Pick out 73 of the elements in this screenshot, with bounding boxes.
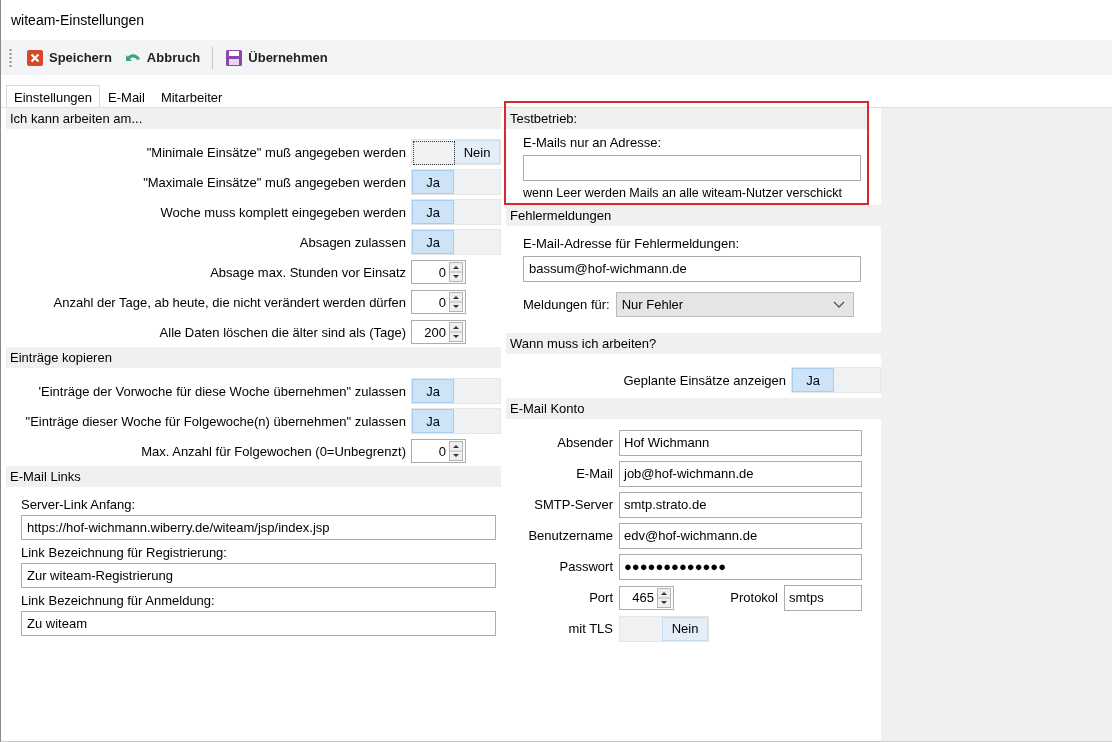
hint-text: wenn Leer werden Mails an alle witeam-Nutzer verschickt: [522, 185, 843, 202]
field-label: Absender: [556, 435, 613, 450]
toggle-switch[interactable]: Nein: [411, 139, 501, 165]
text-field[interactable]: bassum@hof-wichmann.de: [523, 256, 861, 282]
section-header: Fehlermeldungen: [506, 205, 881, 226]
dropdown[interactable]: Nur Fehler: [615, 292, 854, 317]
number-field[interactable]: 0: [411, 260, 466, 284]
section-header: E-Mail Links: [6, 466, 501, 487]
number-field[interactable]: 465: [619, 585, 674, 610]
close-icon: [26, 48, 44, 67]
text-field[interactable]: Zur witeam-Registrierung: [21, 563, 496, 588]
toggle-switch[interactable]: Ja: [411, 199, 501, 225]
field-label: Protokol: [730, 590, 778, 605]
caret-icon: [832, 300, 845, 309]
setting-label: 'Einträge der Vorwoche für diese Woche übernehmen" zulassen: [37, 383, 406, 399]
field-label: Port: [588, 590, 613, 605]
setting-label: Max. Anzahl für Folgewochen (0=Unbegrenzt): [140, 443, 406, 459]
text-field[interactable]: smtp.strato.de: [619, 491, 862, 518]
text-field[interactable]: job@hof-wichmann.de: [619, 460, 862, 487]
section-header: E-Mail Konto: [506, 398, 881, 419]
field-label: E-Mail-Adresse für Fehlermeldungen:: [522, 235, 741, 253]
spinner-arrows-icon: [449, 292, 463, 312]
spinner-arrows-icon: [657, 587, 671, 608]
section-header: Ich kann arbeiten am...: [6, 108, 501, 129]
section-header: Wann muss ich arbeiten?: [506, 333, 881, 354]
setting-label: Geplante Einsätze anzeigen: [622, 372, 786, 388]
toggle-switch[interactable]: Ja: [791, 367, 881, 393]
spinner-arrows-icon: [449, 322, 463, 342]
field-label: Passwort: [558, 559, 613, 574]
toggle-switch[interactable]: Ja: [411, 229, 501, 255]
tab[interactable]: E-Mail: [100, 85, 153, 107]
field-label: Server-Link Anfang:: [20, 496, 137, 514]
toolbar-button[interactable]: Abbruch: [119, 45, 205, 70]
text-field[interactable]: [523, 155, 861, 181]
toolbar-grip: [9, 47, 12, 68]
toolbar-button[interactable]: Speichern: [22, 45, 116, 70]
field-label: Benutzername: [527, 528, 613, 543]
spinner-arrows-icon: [449, 441, 463, 461]
setting-label: Woche muss komplett eingegeben werden: [159, 204, 406, 220]
text-field[interactable]: Hof Wichmann: [619, 429, 862, 456]
text-field[interactable]: https://hof-wichmann.wiberry.de/witeam/jsp/index.jsp: [21, 515, 496, 540]
field-label: Link Bezeichnung für Anmeldung:: [20, 592, 216, 610]
number-field[interactable]: 0: [411, 439, 466, 463]
setting-label: Anzahl der Tage, ab heute, die nicht verändert werden dürfen: [52, 294, 406, 310]
toggle-switch[interactable]: Nein: [619, 615, 709, 642]
tab[interactable]: Mitarbeiter: [152, 85, 231, 107]
text-field[interactable]: Zu witeam: [21, 611, 496, 636]
toggle-switch[interactable]: Ja: [411, 169, 501, 195]
field-label: Meldungen für:: [523, 297, 610, 312]
text-field[interactable]: smtps: [784, 584, 862, 611]
field-label: mit TLS: [567, 621, 613, 636]
text-field[interactable]: ●●●●●●●●●●●●●: [619, 553, 862, 580]
field-label: Link Bezeichnung für Registrierung:: [20, 544, 228, 562]
setting-label: Alle Daten löschen die älter sind als (Tage): [158, 324, 406, 340]
setting-label: Absage max. Stunden vor Einsatz: [209, 264, 406, 280]
section-header: Einträge kopieren: [6, 347, 501, 368]
number-field[interactable]: 0: [411, 290, 466, 314]
setting-label: "Maximale Einsätze" muß angegeben werden: [142, 174, 406, 190]
toggle-switch[interactable]: Ja: [411, 378, 501, 404]
spinner-arrows-icon: [449, 262, 463, 282]
number-field[interactable]: 200: [411, 320, 466, 344]
field-label: SMTP-Server: [533, 497, 613, 512]
setting-label: Absagen zulassen: [298, 234, 406, 250]
tab[interactable]: Einstellungen: [6, 85, 101, 107]
field-label: E-Mail: [575, 466, 613, 481]
text-field[interactable]: edv@hof-wichmann.de: [619, 522, 862, 549]
window-title: witeam-Einstellungen: [11, 12, 145, 28]
toggle-switch[interactable]: Ja: [411, 408, 501, 434]
setting-label: "Minimale Einsätze" muß angegeben werden: [145, 144, 406, 160]
section-header: Testbetrieb:: [506, 108, 867, 129]
setting-label: "Einträge dieser Woche für Folgewoche(n) übernehmen" zulassen: [24, 413, 406, 429]
toolbar-button[interactable]: Übernehmen: [221, 45, 332, 70]
field-label: E-Mails nur an Adresse:: [522, 134, 662, 152]
